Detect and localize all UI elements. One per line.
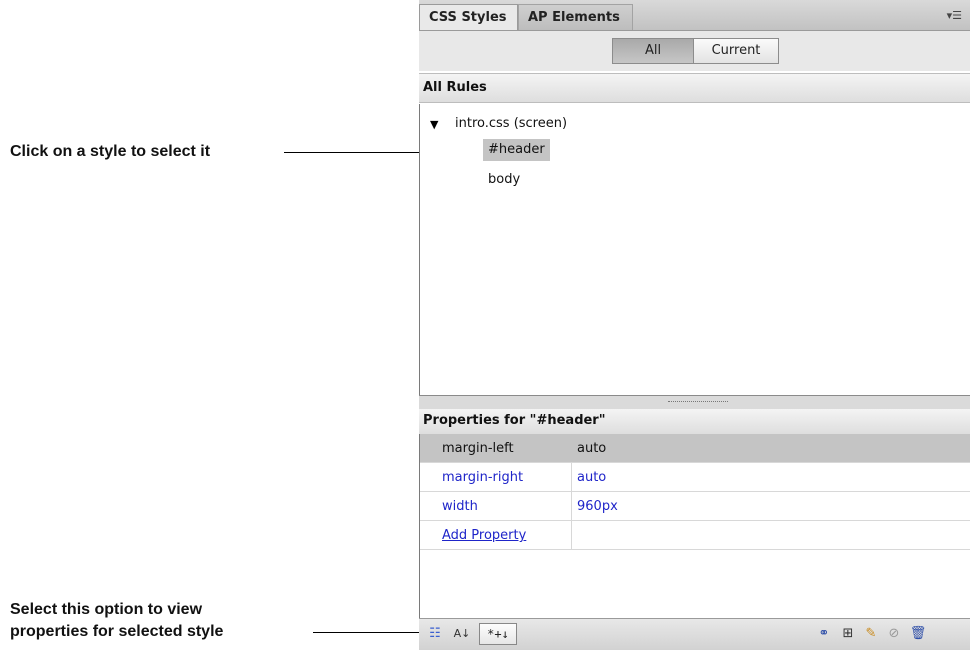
property-row[interactable]: margin-left auto <box>420 434 970 463</box>
splitter-grip[interactable] <box>668 401 728 403</box>
panel-tab-bar: CSS Styles AP Elements ▾☰ <box>419 0 970 31</box>
disable-property-icon[interactable]: ⊘ <box>885 625 903 643</box>
stylesheet-node[interactable]: intro.css (screen) <box>450 113 572 135</box>
callout-view-properties-2: properties for selected style <box>10 623 224 640</box>
category-view-icon[interactable]: ☷ <box>425 625 445 643</box>
edit-rule-icon[interactable]: ✎ <box>862 625 880 643</box>
all-rules-heading: All Rules <box>419 73 970 103</box>
property-row[interactable]: width 960px <box>420 492 970 521</box>
rules-tree: ▼ intro.css (screen) #header body <box>419 104 970 395</box>
show-set-properties-button[interactable]: *+↓ <box>479 623 517 645</box>
add-property-row: Add Property <box>420 521 970 550</box>
trash-icon[interactable]: 🗑 <box>908 625 928 643</box>
new-rule-icon[interactable]: ⊞ <box>839 625 857 643</box>
alpha-sort-icon[interactable]: A↓ <box>451 625 473 643</box>
attach-stylesheet-icon[interactable]: ⚭ <box>814 625 834 643</box>
rule-header[interactable]: #header <box>483 139 550 161</box>
callout-view-properties-1: Select this option to view <box>10 601 203 618</box>
property-name: width <box>442 499 478 514</box>
tab-ap-elements[interactable]: AP Elements <box>518 4 633 30</box>
tab-css-styles[interactable]: CSS Styles <box>419 4 518 30</box>
current-mode-button[interactable]: Current <box>693 38 779 64</box>
property-name: margin-right <box>442 470 524 485</box>
property-value[interactable]: 960px <box>577 492 618 521</box>
property-row[interactable]: margin-right auto <box>420 463 970 492</box>
css-styles-panel: CSS Styles AP Elements ▾☰ All Current Al… <box>419 0 970 650</box>
mode-toolbar: All Current <box>419 31 970 71</box>
properties-heading: Properties for "#header" <box>419 409 970 435</box>
property-value[interactable]: auto <box>577 434 606 463</box>
panel-menu-icon[interactable]: ▾☰ <box>947 9 962 22</box>
property-value[interactable]: auto <box>577 463 606 492</box>
expand-triangle-icon[interactable]: ▼ <box>430 118 438 131</box>
all-mode-button[interactable]: All <box>612 38 694 64</box>
add-property-link[interactable]: Add Property <box>442 521 526 550</box>
rule-body[interactable]: body <box>483 169 525 191</box>
pane-splitter[interactable] <box>419 395 970 410</box>
property-name: margin-left <box>442 441 514 456</box>
bottom-toolbar: ☷ A↓ *+↓ ⚭ ⊞ ✎ ⊘ 🗑 <box>419 618 970 650</box>
callout-select-style: Click on a style to select it <box>10 143 211 160</box>
properties-table: margin-left auto margin-right auto width… <box>419 434 970 618</box>
